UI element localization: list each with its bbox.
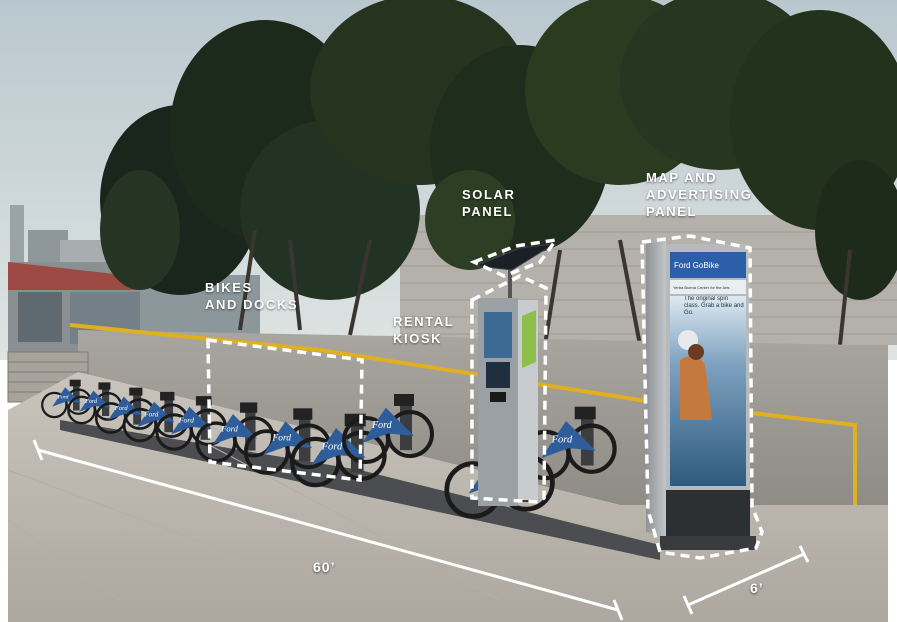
bike-basket: [240, 402, 258, 413]
map-advertising-panel-label: MAP AND ADVERTISING PANEL: [646, 170, 753, 219]
solar-panel-label: SOLAR PANEL: [462, 187, 516, 219]
ad-panel-brand: Ford GoBike: [674, 261, 719, 270]
bike-ford-logo: Ford: [321, 441, 343, 452]
bike-ford-logo: Ford: [271, 434, 291, 444]
rental-kiosk-label: RENTAL KIOSK: [393, 314, 455, 346]
bike-basket: [394, 394, 414, 406]
bike-basket: [129, 387, 143, 396]
ad-panel-subtitle: Yerba Buena Center for the Arts: [673, 285, 730, 290]
bike-share-station-photo: Ford Ford Ford Ford Ford Ford Ford Ford Ford Ford…: [0, 0, 897, 622]
bike-basket: [69, 379, 81, 387]
bike-ford-logo: Ford: [114, 405, 129, 412]
bike-ford-logo: Ford: [178, 416, 194, 425]
bike-basket: [160, 391, 175, 401]
bikes-and-docks-label: BIKES AND DOCKS: [205, 280, 299, 312]
bike-ford-logo: Ford: [143, 410, 159, 418]
bike-basket: [98, 382, 111, 390]
width-dimension-label: 6’: [750, 580, 764, 596]
bike-basket: [574, 406, 596, 420]
bike-ford-logo: Ford: [371, 420, 393, 431]
bike-basket: [293, 408, 313, 420]
length-dimension-label: 60’: [313, 559, 336, 575]
bike-ford-logo: Ford: [551, 434, 573, 445]
rental-kiosk: [478, 298, 538, 506]
ad-panel-headline: The original spin class. Grab a bike and…: [684, 296, 744, 316]
bike-ford-logo: Ford: [57, 394, 69, 400]
bike-ford-logo: Ford: [220, 424, 239, 434]
bike-ford-logo: Ford: [84, 399, 98, 405]
